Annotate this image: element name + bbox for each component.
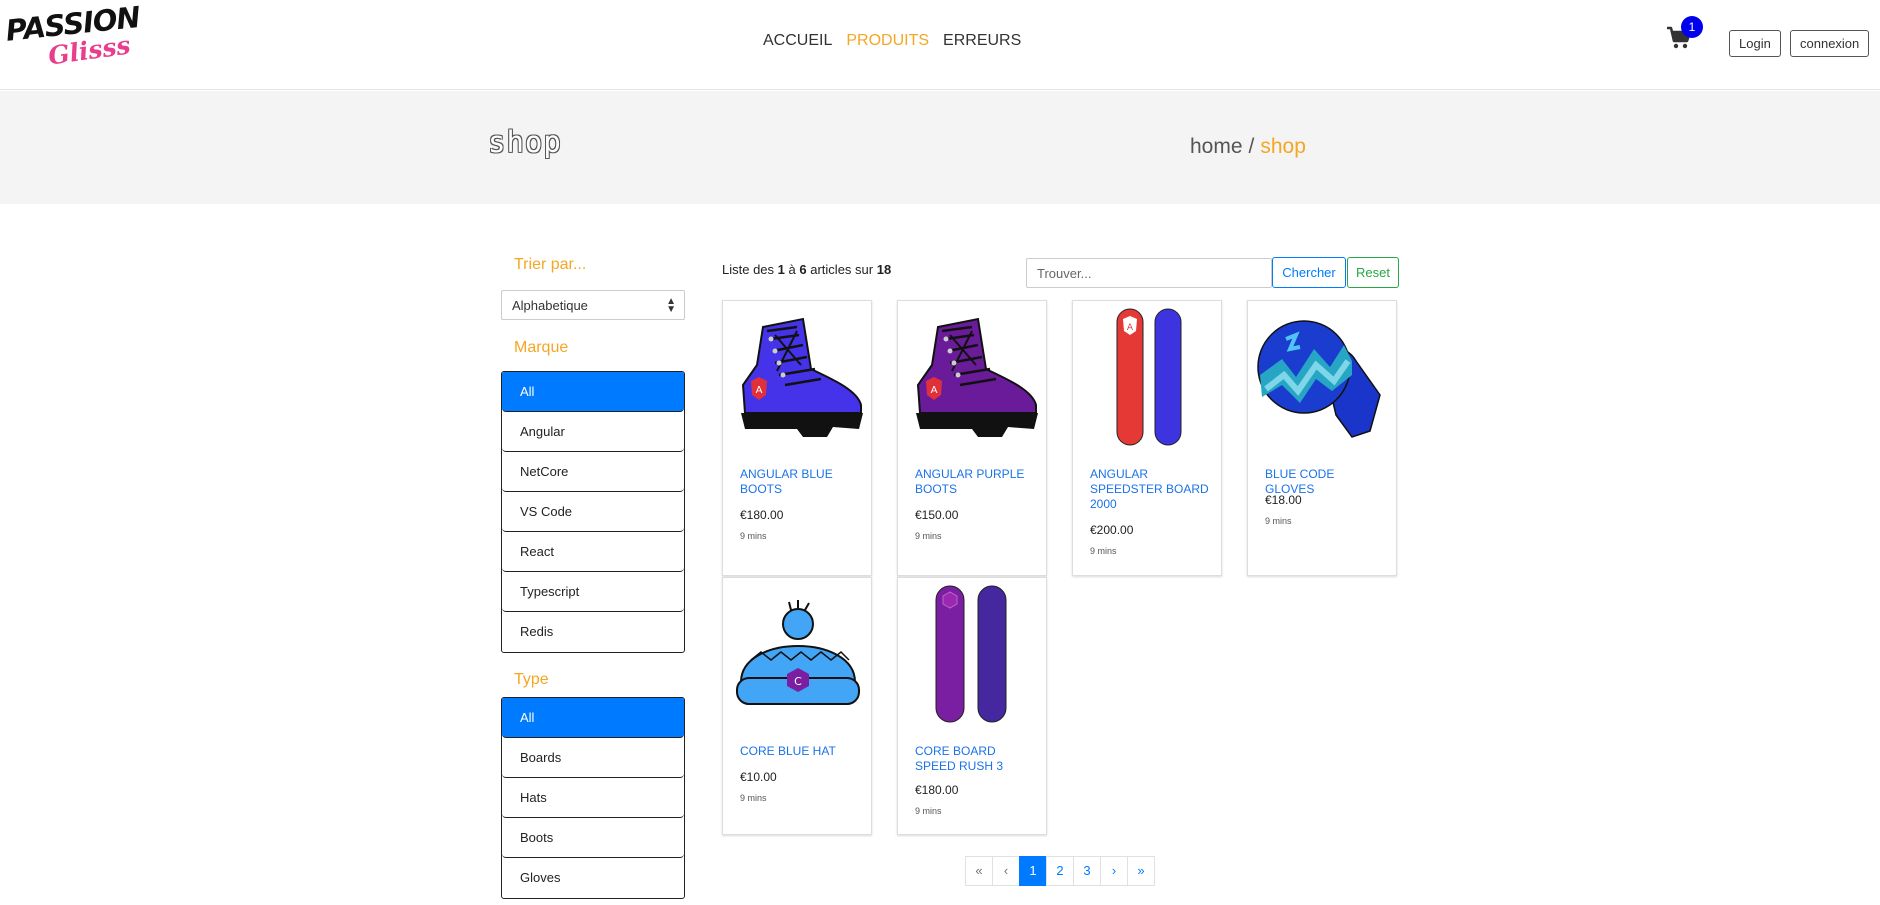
type-filter-list: All Boards Hats Boots Gloves [501,697,685,899]
page-2[interactable]: 2 [1046,856,1074,886]
blue-hat-image: C [727,582,869,724]
nav-erreurs[interactable]: ERREURS [943,32,1021,50]
brand-item-all[interactable]: All [502,372,684,412]
svg-text:C: C [794,675,802,688]
sort-select-value: Alphabetique [512,298,588,313]
page-last[interactable]: » [1127,856,1155,886]
product-name[interactable]: CORE BOARD SPEED RUSH 3 [915,744,1035,774]
page-banner: shop home / shop [0,91,1880,204]
navbar: PASSION Glisss ACCUEIL PRODUITS ERREURS … [0,0,1880,90]
svg-text:A: A [756,385,763,396]
product-card[interactable]: CORE BOARD SPEED RUSH 3 €180.00 9 mins [897,577,1047,835]
pagination: « ‹ 1 2 3 › » [965,856,1155,886]
type-item-hats[interactable]: Hats [502,778,684,818]
product-price: €180.00 [740,508,784,522]
product-price: €180.00 [915,783,959,797]
product-card[interactable]: A ANGULAR BLUE BOOTS €180.00 9 mins [722,300,872,576]
page-prev[interactable]: ‹ [992,856,1020,886]
product-card[interactable]: A ANGULAR SPEEDSTER BOARD 2000 €200.00 9… [1072,300,1222,576]
purple-boot-image: A [902,305,1044,447]
brand-item-angular[interactable]: Angular [502,412,684,452]
purple-board-image [902,582,1044,724]
product-meta: 9 mins [740,531,767,541]
nav-produits[interactable]: PRODUITS [846,32,929,50]
breadcrumb-separator: / [1248,135,1255,158]
page-1[interactable]: 1 [1019,856,1047,886]
blue-glove-image [1252,305,1394,447]
svg-text:A: A [1127,323,1134,333]
summary-prefix: Liste des [722,262,775,277]
page-next[interactable]: › [1100,856,1128,886]
search-button[interactable]: Chercher [1272,257,1346,288]
product-meta: 9 mins [915,531,942,541]
page-first[interactable]: « [965,856,993,886]
product-name[interactable]: ANGULAR BLUE BOOTS [740,467,860,497]
product-meta: 9 mins [915,806,942,816]
summary-mid: à [788,262,796,277]
product-card[interactable]: C CORE BLUE HAT €10.00 9 mins [722,577,872,835]
page-3[interactable]: 3 [1073,856,1101,886]
breadcrumb-home[interactable]: home [1190,135,1243,158]
product-meta: 9 mins [1265,516,1292,526]
main-nav: ACCUEIL PRODUITS ERREURS [763,32,1021,50]
type-item-all[interactable]: All [502,698,684,738]
connexion-button[interactable]: connexion [1790,30,1870,57]
product-name[interactable]: ANGULAR PURPLE BOOTS [915,467,1035,497]
brand-item-vscode[interactable]: VS Code [502,492,684,532]
nav-accueil[interactable]: ACCUEIL [763,32,832,50]
type-heading: Type [514,671,549,688]
product-price: €200.00 [1090,523,1134,537]
product-price: €150.00 [915,508,959,522]
type-item-boards[interactable]: Boards [502,738,684,778]
search-input[interactable] [1026,258,1272,288]
product-price: €18.00 [1265,493,1302,507]
breadcrumb: home / shop [1190,135,1306,159]
breadcrumb-current: shop [1260,135,1306,158]
login-button[interactable]: Login [1729,30,1781,57]
sort-heading: Trier par... [514,256,587,273]
brand-filter-list: All Angular NetCore VS Code React Typesc… [501,371,685,653]
red-blue-board-image: A [1077,305,1219,447]
brand-item-netcore[interactable]: NetCore [502,452,684,492]
type-item-boots[interactable]: Boots [502,818,684,858]
product-card[interactable]: A ANGULAR PURPLE BOOTS €150.00 9 mins [897,300,1047,576]
summary-from: 1 [777,262,785,277]
summary-to: 6 [799,262,807,277]
paging-summary: Liste des 1 à 6 articles sur 18 [722,262,891,277]
product-name[interactable]: ANGULAR SPEEDSTER BOARD 2000 [1090,467,1210,512]
sort-select[interactable]: Alphabetique ▲ ▼ [501,290,685,320]
brand-item-redis[interactable]: Redis [502,612,684,652]
cart-count-badge: 1 [1681,16,1703,38]
product-price: €10.00 [740,770,777,784]
product-card[interactable]: BLUE CODE GLOVES €18.00 9 mins [1247,300,1397,576]
product-meta: 9 mins [1090,546,1117,556]
brand-item-typescript[interactable]: Typescript [502,572,684,612]
reset-button[interactable]: Reset [1347,257,1399,288]
svg-text:A: A [931,385,938,396]
passion-glisss-logo[interactable]: PASSION Glisss [2,0,141,72]
product-name[interactable]: CORE BLUE HAT [740,744,860,759]
brand-heading: Marque [514,339,569,356]
type-item-gloves[interactable]: Gloves [502,858,684,898]
product-meta: 9 mins [740,793,767,803]
summary-mid2: articles sur [810,262,874,277]
blue-boot-image: A [727,305,869,447]
page-title: shop [488,125,562,159]
select-arrows-icon: ▲ ▼ [666,296,676,315]
summary-total: 18 [876,262,892,277]
brand-item-react[interactable]: React [502,532,684,572]
